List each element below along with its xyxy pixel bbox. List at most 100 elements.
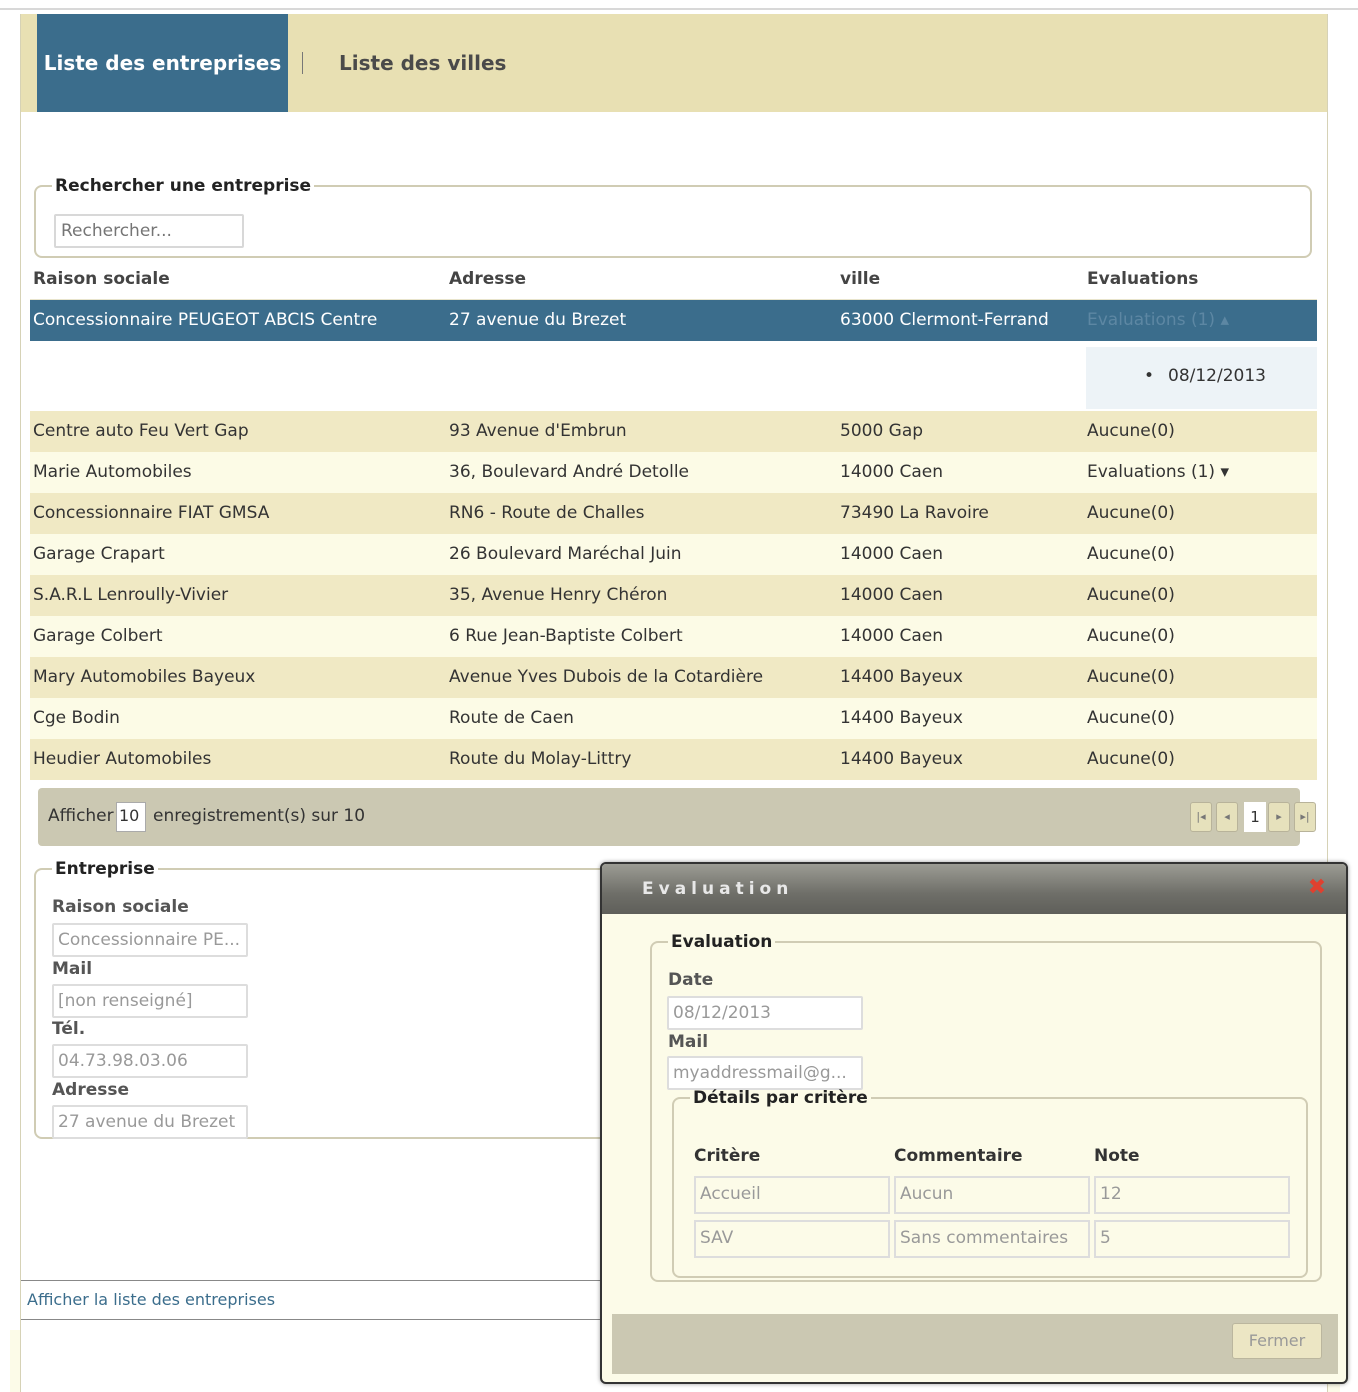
cell-adresse: 26 Boulevard Maréchal Juin: [449, 544, 682, 564]
table-pager: Afficher 10 enregistrement(s) sur 10 |◂ …: [38, 788, 1316, 846]
cell-adresse: 36, Boulevard André Detolle: [449, 462, 690, 482]
cell-raison: Marie Automobiles: [33, 462, 192, 482]
adresse-field[interactable]: 27 avenue du Brezet: [52, 1105, 248, 1139]
cell-adresse: 93 Avenue d'Embrun: [449, 421, 627, 441]
last-page-button[interactable]: ▸|: [1294, 802, 1316, 832]
table-row[interactable]: Marie Automobiles 36, Boulevard André De…: [30, 452, 1317, 493]
col-header-ville[interactable]: ville: [840, 269, 880, 289]
tab-cities[interactable]: Liste des villes: [339, 14, 506, 112]
cell-evaluations: Aucune(0): [1087, 544, 1175, 564]
search-legend: Rechercher une entreprise: [55, 176, 312, 196]
table-row[interactable]: Heudier Automobiles Route du Molay-Littr…: [30, 739, 1317, 780]
cell-raison: Centre auto Feu Vert Gap: [33, 421, 249, 441]
adresse-label: Adresse: [52, 1080, 130, 1100]
show-label: Afficher: [48, 806, 114, 826]
table-row[interactable]: S.A.R.L Lenroully-Vivier 35, Avenue Henr…: [30, 575, 1317, 616]
evaluations-toggle[interactable]: Evaluations (1) ▴: [1087, 310, 1229, 330]
mail-label: Mail: [668, 1032, 709, 1052]
cell-ville: 14000 Caen: [840, 544, 944, 564]
cell-adresse: 6 Rue Jean-Baptiste Colbert: [449, 626, 683, 646]
cell-adresse: Avenue Yves Dubois de la Cotardière: [449, 667, 764, 687]
commentaire-field[interactable]: Sans commentaires: [894, 1220, 1090, 1258]
table-row[interactable]: Garage Colbert 6 Rue Jean-Baptiste Colbe…: [30, 616, 1317, 657]
date-field[interactable]: 08/12/2013: [667, 996, 863, 1030]
prev-page-button[interactable]: ◂: [1216, 802, 1238, 832]
table-row[interactable]: Cge Bodin Route de Caen 14400 Bayeux Auc…: [30, 698, 1317, 739]
dialog-title[interactable]: Evaluation: [602, 864, 1346, 914]
cell-adresse: Route de Caen: [449, 708, 574, 728]
entreprise-fieldset: Entreprise Raison sociale Concessionnair…: [34, 859, 644, 1139]
cell-evaluations: Aucune(0): [1087, 585, 1175, 605]
note-field[interactable]: 12: [1094, 1176, 1290, 1214]
note-field[interactable]: 5: [1094, 1220, 1290, 1258]
page-length-input[interactable]: 10: [116, 802, 146, 832]
expanded-evaluations-row: • 08/12/2013: [30, 341, 1317, 411]
cell-raison: Heudier Automobiles: [33, 749, 212, 769]
cell-evaluations: Aucune(0): [1087, 749, 1175, 769]
cell-ville: 14400 Bayeux: [840, 749, 963, 769]
mail-field[interactable]: [non renseigné]: [52, 984, 248, 1018]
cell-ville: 14400 Bayeux: [840, 667, 963, 687]
evaluation-date-link[interactable]: 08/12/2013: [1168, 366, 1266, 386]
cell-ville: 73490 La Ravoire: [840, 503, 989, 523]
companies-table: Raison sociale Adresse ville Evaluations…: [30, 262, 1317, 780]
next-page-button[interactable]: ▸: [1268, 802, 1290, 832]
evaluation-legend: Evaluation: [671, 932, 773, 952]
critere-field[interactable]: SAV: [694, 1220, 890, 1258]
evaluation-dialog: Evaluation ✖ Evaluation Date 08/12/2013 …: [600, 862, 1348, 1384]
cell-adresse: 27 avenue du Brezet: [449, 310, 627, 330]
search-input[interactable]: [54, 214, 244, 248]
cell-adresse: 35, Avenue Henry Chéron: [449, 585, 668, 605]
table-row[interactable]: Mary Automobiles Bayeux Avenue Yves Dubo…: [30, 657, 1317, 698]
col-header-evaluations[interactable]: Evaluations: [1087, 269, 1198, 289]
cell-raison: Concessionnaire PEUGEOT ABCIS Centre: [33, 310, 378, 330]
date-label: Date: [668, 970, 714, 990]
cell-evaluations: Aucune(0): [1087, 503, 1175, 523]
cell-ville: 14400 Bayeux: [840, 708, 963, 728]
cell-ville: 14000 Caen: [840, 585, 944, 605]
table-row[interactable]: Garage Crapart 26 Boulevard Maréchal Jui…: [30, 534, 1317, 575]
close-icon[interactable]: ✖: [1306, 877, 1328, 900]
tab-companies[interactable]: Liste des entreprises: [37, 14, 288, 112]
cell-evaluations: Aucune(0): [1087, 626, 1175, 646]
details-legend: Détails par critère: [693, 1088, 868, 1108]
browser-top-edge: [0, 0, 1358, 10]
evaluations-list: • 08/12/2013: [1086, 347, 1317, 409]
critere-field[interactable]: Accueil: [694, 1176, 890, 1214]
col-header-raison[interactable]: Raison sociale: [33, 269, 170, 289]
col-header-commentaire: Commentaire: [894, 1146, 1023, 1166]
col-header-note: Note: [1094, 1146, 1140, 1166]
table-row[interactable]: Concessionnaire PEUGEOT ABCIS Centre 27 …: [30, 300, 1317, 341]
cell-evaluations: Aucune(0): [1087, 667, 1175, 687]
tel-label: Tél.: [52, 1019, 86, 1039]
table-row[interactable]: Centre auto Feu Vert Gap 93 Avenue d'Emb…: [30, 411, 1317, 452]
tel-field[interactable]: 04.73.98.03.06: [52, 1044, 248, 1078]
cell-raison: Garage Crapart: [33, 544, 165, 564]
table-row[interactable]: Concessionnaire FIAT GMSA RN6 - Route de…: [30, 493, 1317, 534]
col-header-adresse[interactable]: Adresse: [449, 269, 526, 289]
commentaire-field[interactable]: Aucun: [894, 1176, 1090, 1214]
cell-raison: Garage Colbert: [33, 626, 163, 646]
current-page[interactable]: 1: [1244, 802, 1266, 832]
show-companies-link[interactable]: Afficher la liste des entreprises: [21, 1280, 641, 1320]
cell-evaluations: Aucune(0): [1087, 421, 1175, 441]
cell-evaluations: Aucune(0): [1087, 708, 1175, 728]
cell-ville: 14000 Caen: [840, 626, 944, 646]
details-fieldset: Détails par critère Critère Commentaire …: [672, 1088, 1308, 1278]
cell-ville: 5000 Gap: [840, 421, 924, 441]
table-header: Raison sociale Adresse ville Evaluations: [30, 262, 1317, 300]
cell-adresse: Route du Molay-Littry: [449, 749, 632, 769]
bullet-icon: •: [1144, 366, 1155, 386]
mail-field[interactable]: myaddressmail@g...: [667, 1056, 863, 1090]
close-button[interactable]: Fermer: [1232, 1323, 1322, 1359]
evaluations-toggle[interactable]: Evaluations (1) ▾: [1087, 462, 1229, 482]
raison-field[interactable]: Concessionnaire PE...: [52, 923, 248, 957]
dialog-footer: Fermer: [612, 1314, 1338, 1374]
cell-ville: 63000 Clermont-Ferrand: [840, 310, 1049, 330]
tab-bar: Liste des entreprises Liste des villes: [21, 14, 1327, 112]
cell-raison: Cge Bodin: [33, 708, 120, 728]
first-page-button[interactable]: |◂: [1190, 802, 1212, 832]
col-header-critere: Critère: [694, 1146, 761, 1166]
cell-raison: S.A.R.L Lenroully-Vivier: [33, 585, 229, 605]
cell-adresse: RN6 - Route de Challes: [449, 503, 645, 523]
